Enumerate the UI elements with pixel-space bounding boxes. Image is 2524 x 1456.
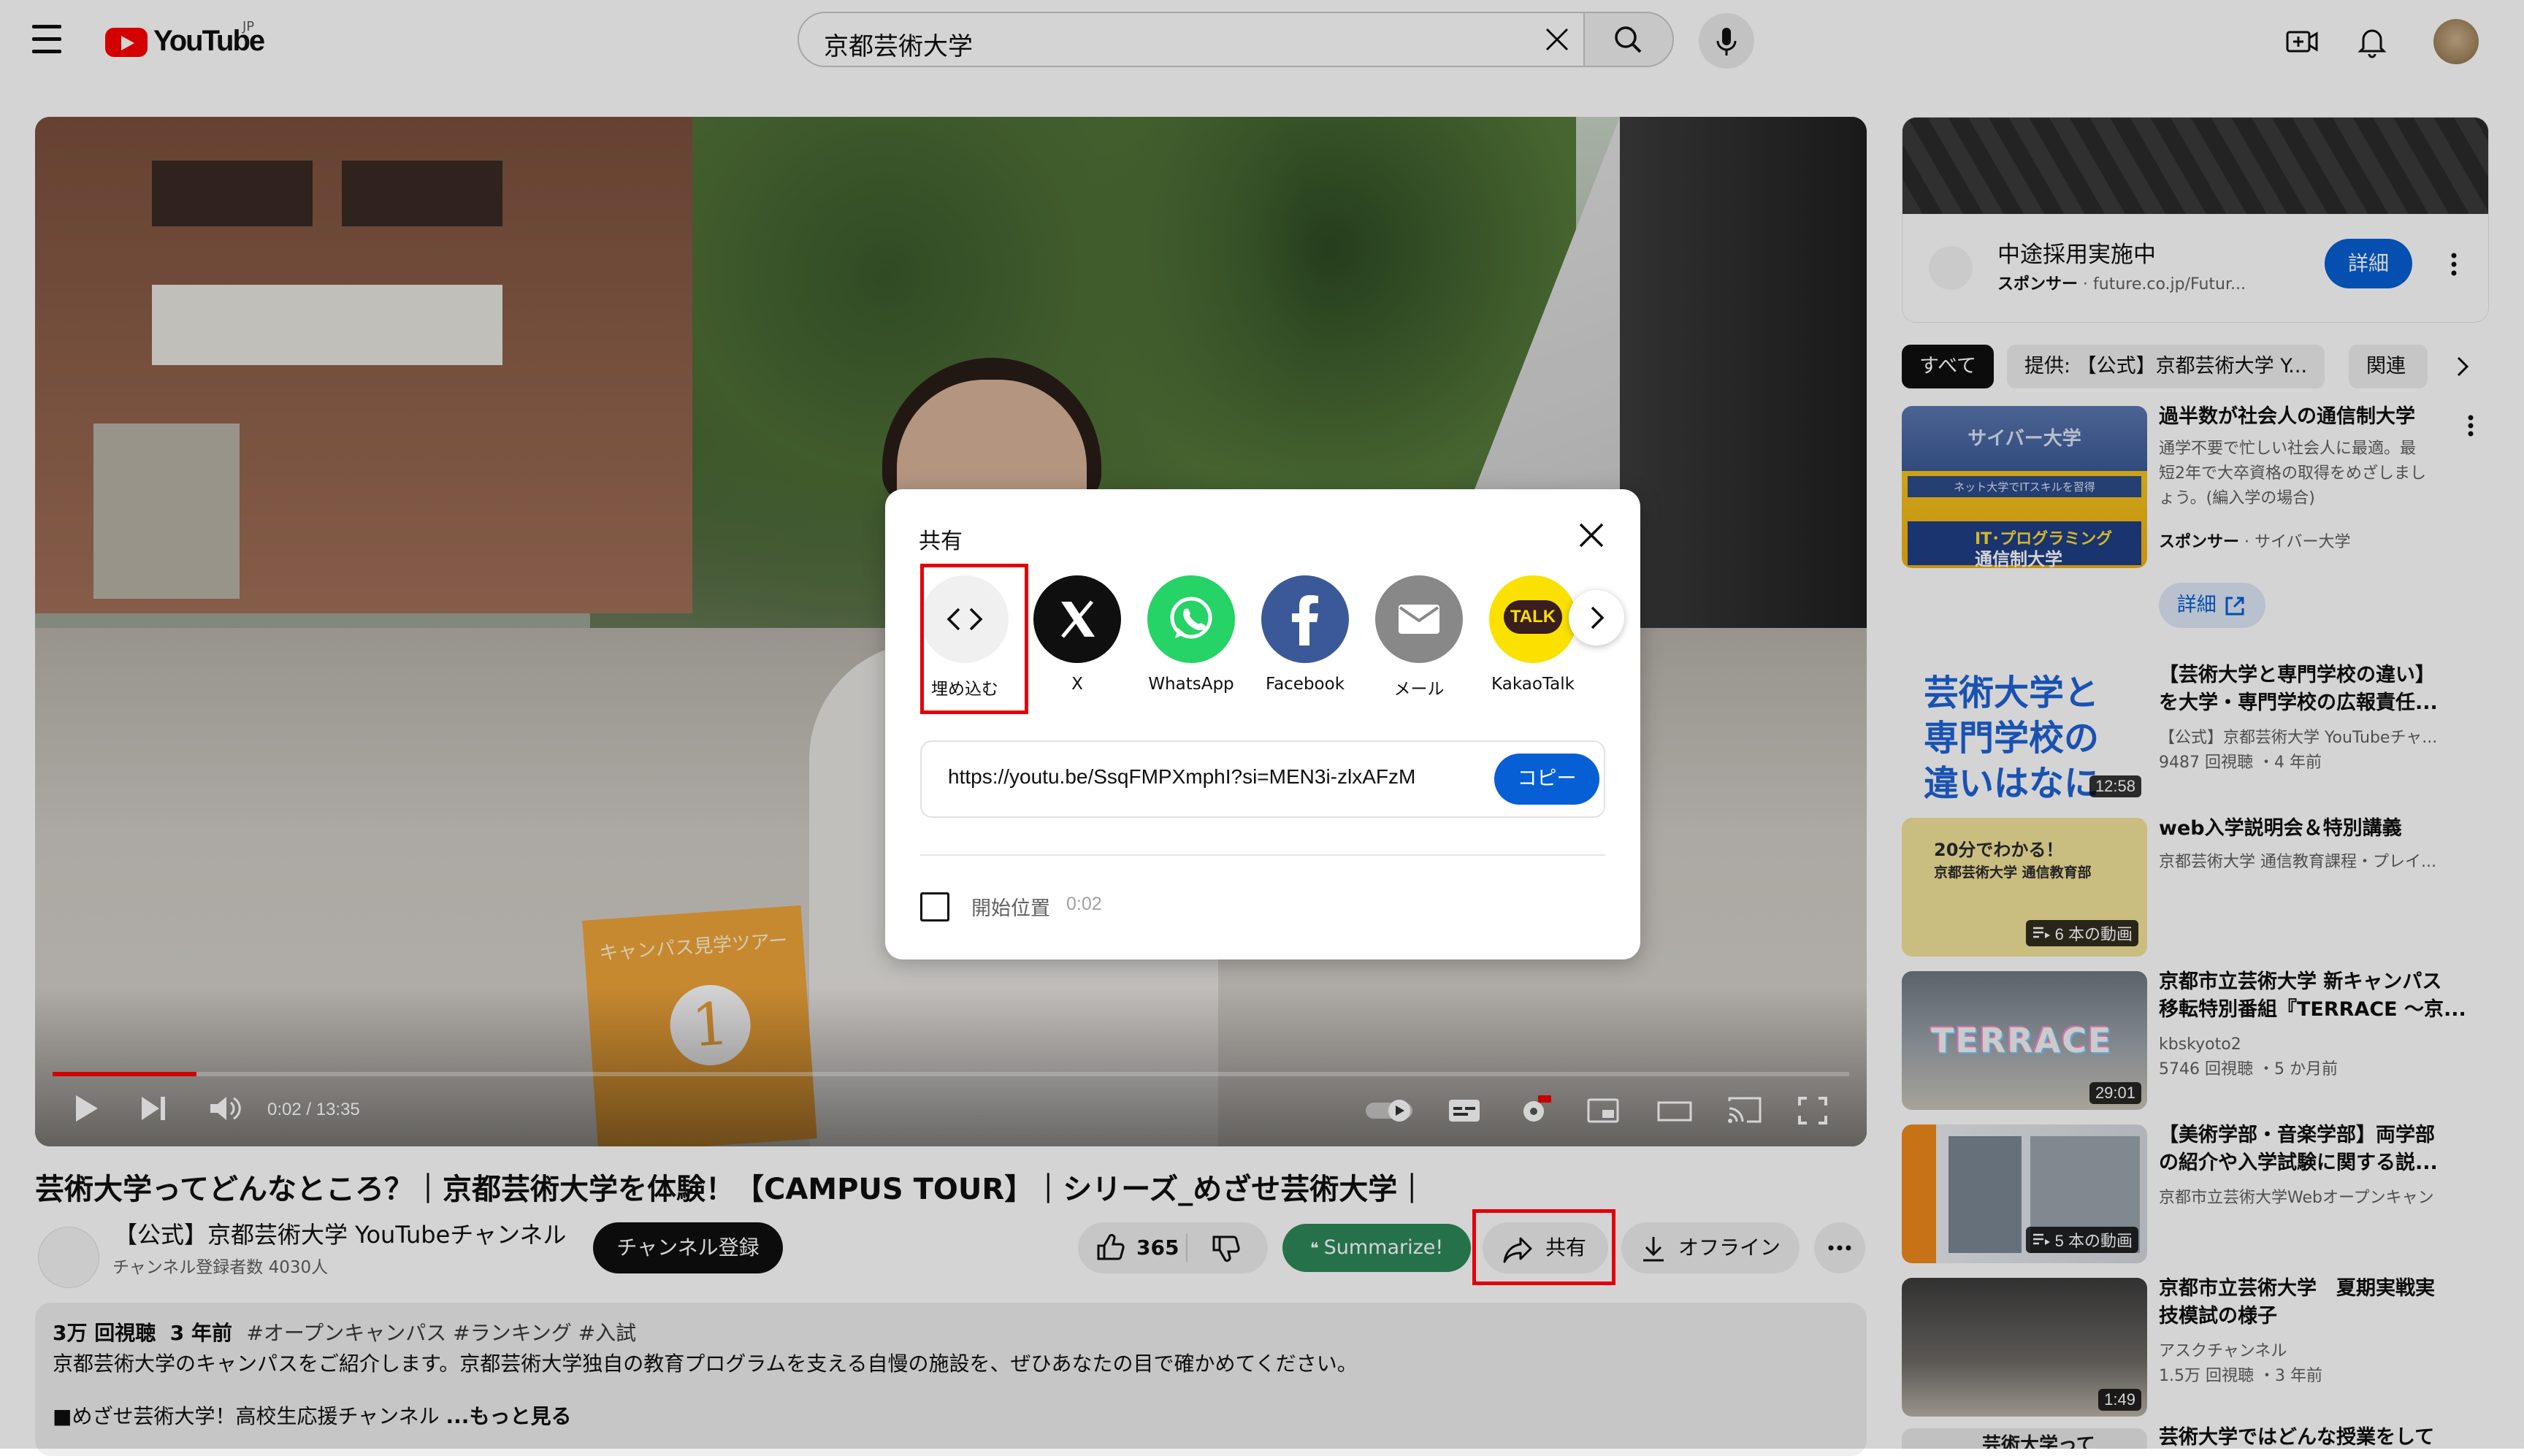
share-dialog: 共有 埋め込む X WhatsApp Facebook メール TALK Kak… [885,489,1640,959]
share-targets-next-icon[interactable] [1569,590,1624,645]
share-dialog-title: 共有 [919,529,963,554]
whatsapp-icon [1147,575,1235,663]
share-highlight-box-overlay [1472,1209,1615,1285]
share-url[interactable]: https://youtu.be/SsqFMPXmphI?si=MEN3i-zl… [948,765,1415,789]
kakaotalk-icon: TALK [1489,575,1577,663]
share-target-label: X [1071,675,1083,694]
share-target-label: メール [1393,680,1445,699]
share-target-whatsapp[interactable]: WhatsApp [1145,575,1237,694]
kakao-badge: TALK [1504,600,1562,634]
start-at-checkbox[interactable] [920,892,949,922]
share-target-facebook[interactable]: Facebook [1259,575,1351,694]
copy-button[interactable]: コピー [1494,754,1599,805]
share-target-label: Facebook [1265,675,1345,694]
share-target-kakaotalk[interactable]: TALK KakaoTalk [1487,575,1579,694]
dialog-divider [920,854,1605,856]
mail-icon [1375,575,1463,663]
share-target-label: WhatsApp [1148,675,1234,694]
share-target-mail[interactable]: メール [1373,575,1465,700]
facebook-icon [1261,575,1349,663]
embed-highlight-box [920,564,1028,714]
start-at-label: 開始位置 [971,897,1050,920]
x-icon [1033,575,1121,663]
close-icon[interactable] [1575,518,1608,552]
share-target-label: KakaoTalk [1491,675,1575,694]
share-url-field[interactable]: https://youtu.be/SsqFMPXmphI?si=MEN3i-zl… [920,740,1605,818]
start-at-time[interactable]: 0:02 [1066,894,1102,915]
share-target-x[interactable]: X [1031,575,1123,694]
